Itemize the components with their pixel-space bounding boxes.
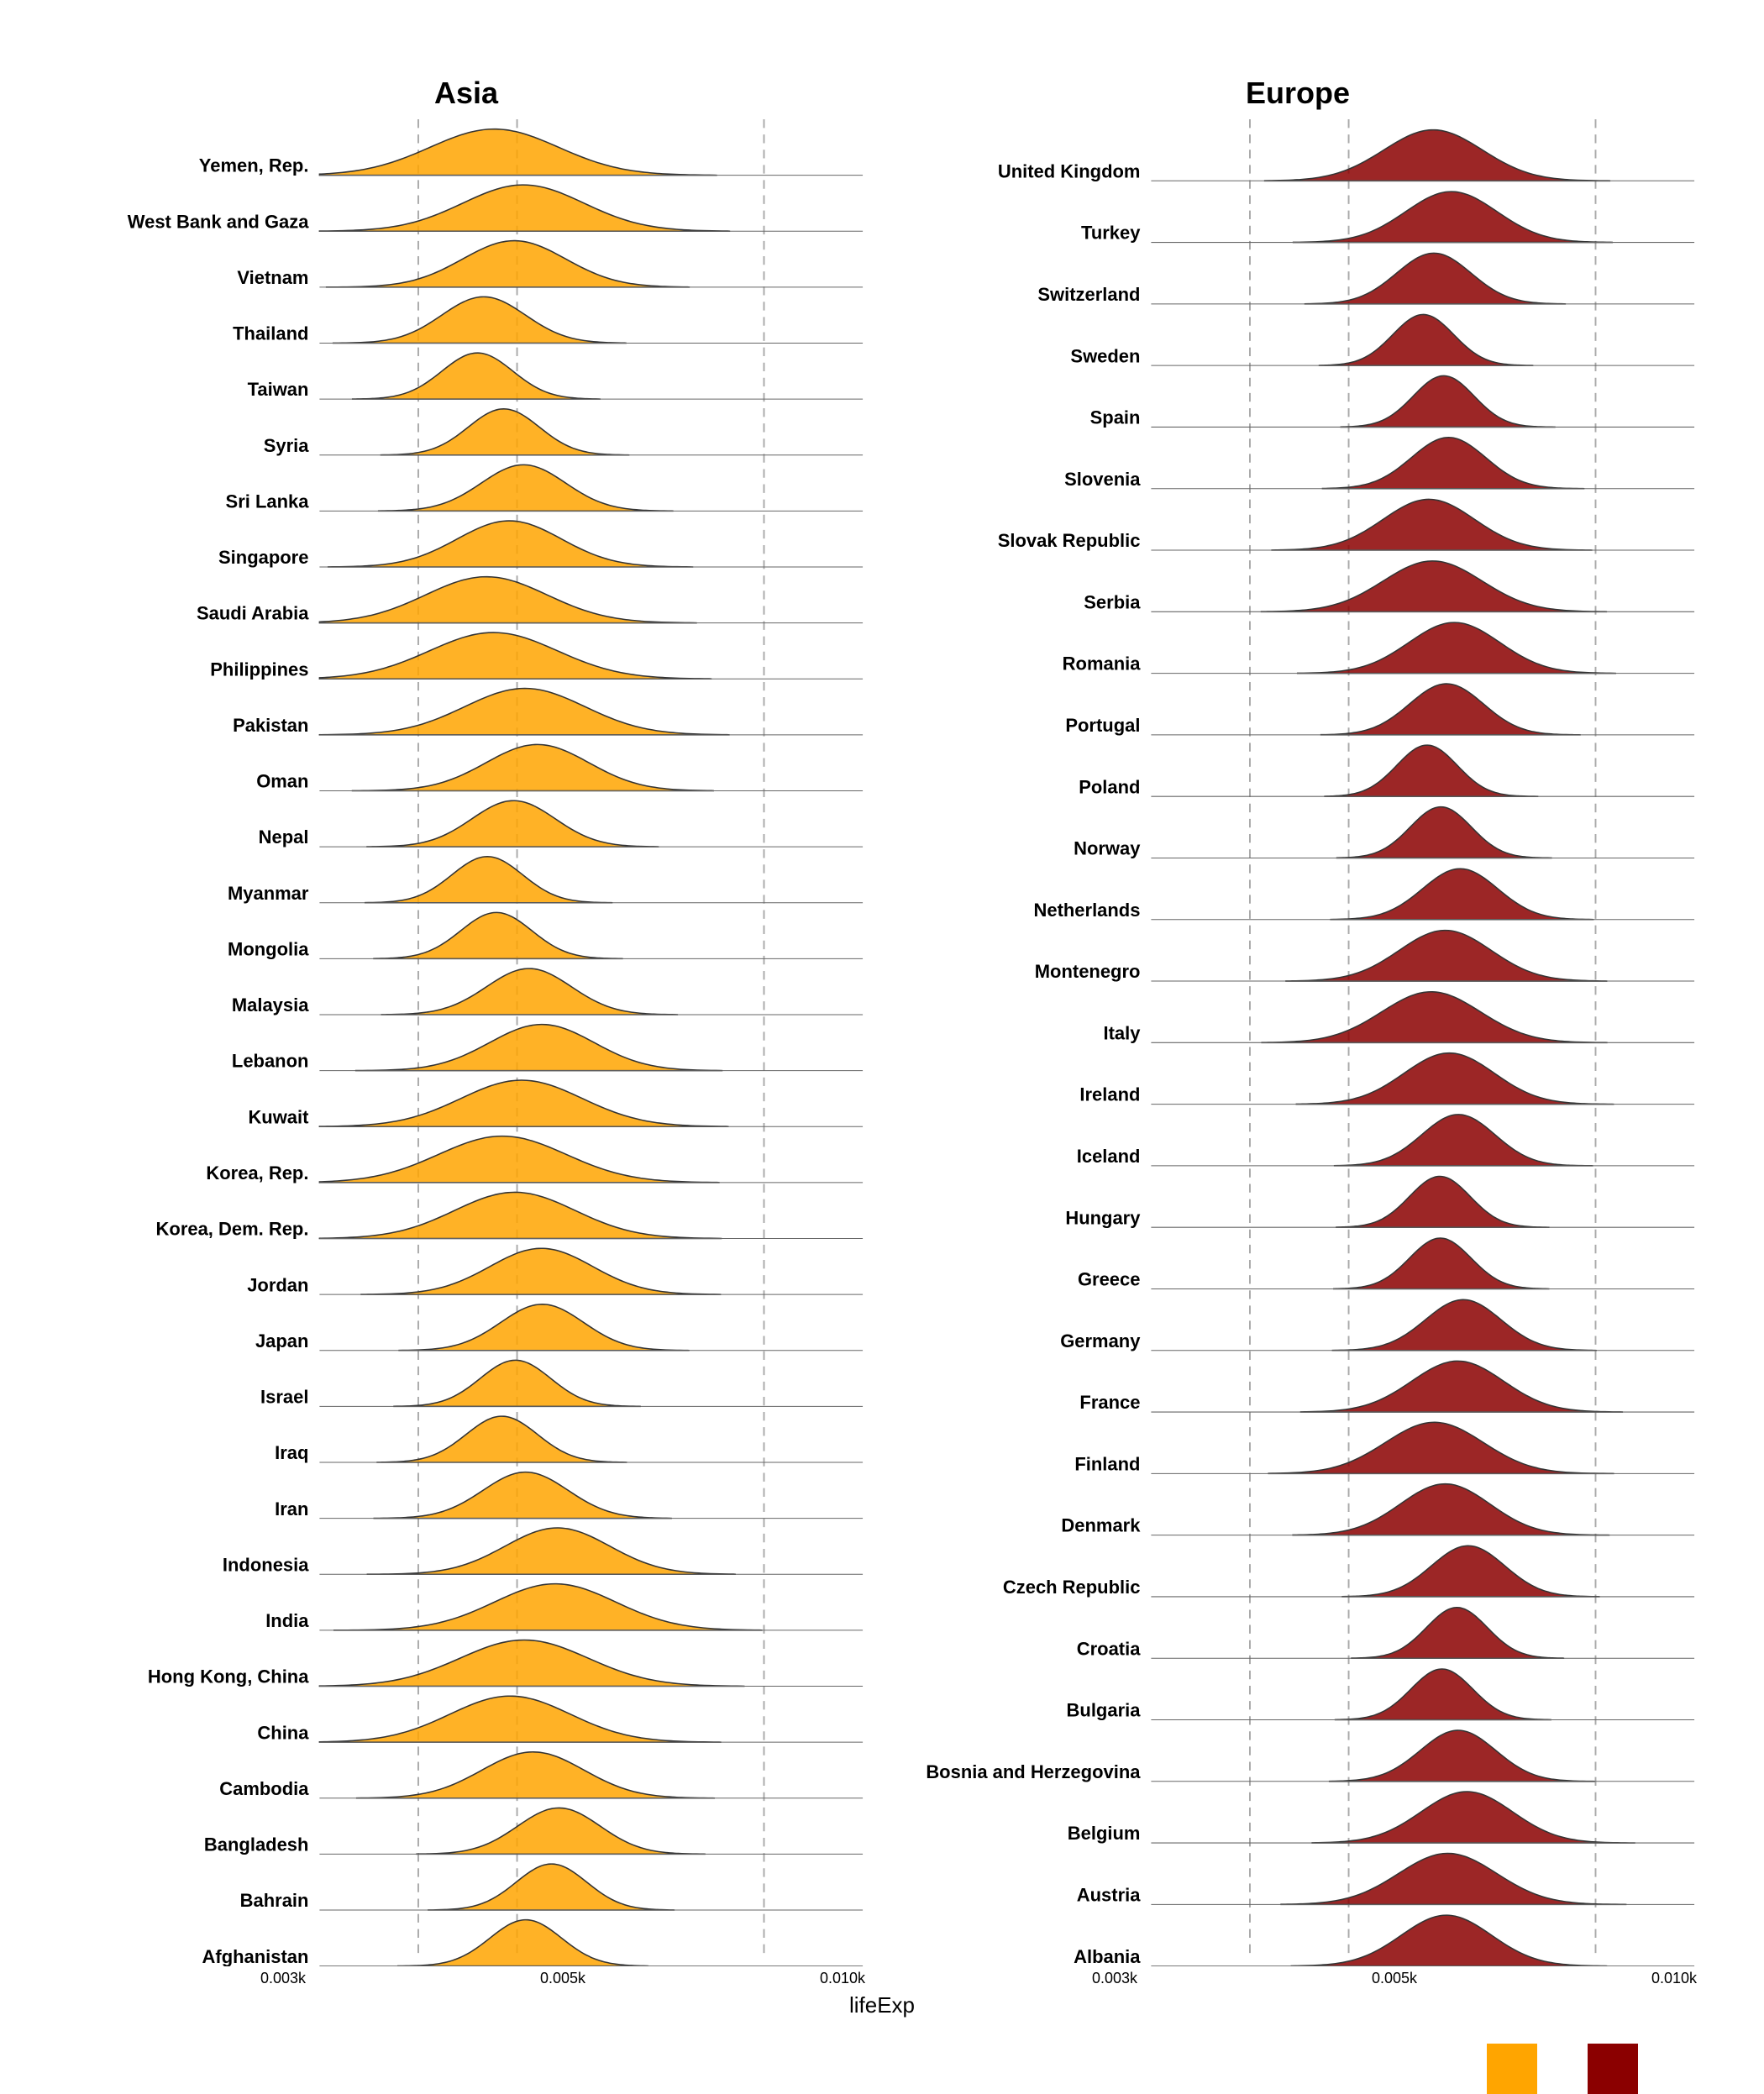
svg-text:Sri Lanka: Sri Lanka [226,491,310,512]
svg-text:Cambodia: Cambodia [219,1778,309,1799]
svg-text:Czech Republic: Czech Republic [1003,1577,1141,1598]
svg-text:Singapore: Singapore [218,547,308,568]
svg-text:Thailand: Thailand [233,323,308,344]
svg-text:Saudi Arabia: Saudi Arabia [197,603,309,624]
svg-text:Netherlands: Netherlands [1033,900,1140,921]
svg-text:Philippines: Philippines [210,659,308,680]
svg-text:France: France [1079,1392,1140,1413]
svg-text:Oman: Oman [256,771,308,792]
svg-text:Croatia: Croatia [1077,1638,1141,1659]
svg-text:Hong Kong, China: Hong Kong, China [148,1666,309,1687]
asia-x-tick-2: 0.005k [540,1970,585,1987]
europe-x-tick-1: 0.003k [1092,1970,1137,1987]
svg-text:Finland: Finland [1074,1453,1140,1474]
svg-text:Yemen, Rep.: Yemen, Rep. [199,155,309,176]
svg-text:Iraq: Iraq [275,1442,308,1463]
svg-text:Norway: Norway [1074,838,1141,859]
svg-text:Greece: Greece [1078,1269,1141,1290]
svg-text:Portugal: Portugal [1065,715,1140,736]
svg-text:Lebanon: Lebanon [232,1051,309,1072]
svg-text:Bulgaria: Bulgaria [1067,1700,1142,1721]
svg-text:Serbia: Serbia [1084,591,1141,612]
svg-text:Montenegro: Montenegro [1035,961,1141,982]
europe-x-tick-3: 0.010k [1651,1970,1697,1987]
legend-box-asia [1487,2044,1537,2094]
svg-text:Malaysia: Malaysia [232,995,309,1016]
svg-text:Romania: Romania [1063,653,1142,674]
svg-text:Poland: Poland [1079,776,1140,797]
svg-text:Ireland: Ireland [1079,1084,1140,1105]
svg-text:Bangladesh: Bangladesh [204,1834,309,1855]
asia-title: Asia [59,76,874,111]
panels: Asia Yemen, Rep. West Bank and Gaza Vietna… [59,76,1705,1987]
svg-text:United Kingdom: United Kingdom [998,160,1141,181]
svg-text:India: India [265,1610,309,1631]
svg-text:Spain: Spain [1090,407,1141,428]
svg-text:Austria: Austria [1077,1884,1141,1905]
svg-text:Kuwait: Kuwait [248,1106,309,1127]
svg-text:Indonesia: Indonesia [223,1554,309,1575]
svg-text:Japan: Japan [255,1330,309,1351]
svg-text:Jordan: Jordan [247,1274,308,1295]
svg-text:Hungary: Hungary [1065,1207,1141,1228]
asia-x-tick-3: 0.010k [820,1970,865,1987]
svg-text:Myanmar: Myanmar [228,883,309,904]
svg-text:Denmark: Denmark [1061,1515,1141,1536]
svg-text:Iceland: Iceland [1077,1146,1141,1167]
asia-panel: Asia Yemen, Rep. West Bank and Gaza Vietna… [59,76,874,1987]
svg-text:China: China [257,1722,309,1743]
svg-text:Albania: Albania [1074,1946,1141,1966]
europe-ridgeline-svg: United Kingdom Turkey Switzerland Sweden Spa… [890,119,1705,1966]
asia-x-tick-1: 0.003k [260,1970,306,1987]
svg-text:Mongolia: Mongolia [228,939,309,960]
svg-text:Slovak Republic: Slovak Republic [998,530,1141,551]
svg-text:Italy: Italy [1103,1022,1141,1043]
svg-text:Israel: Israel [260,1387,308,1408]
svg-text:Turkey: Turkey [1081,223,1141,244]
svg-text:Switzerland: Switzerland [1037,284,1140,305]
x-axis-label: lifeExp [59,1992,1705,2018]
svg-text:Bosnia and Herzegovina: Bosnia and Herzegovina [926,1761,1141,1782]
svg-text:Sweden: Sweden [1070,345,1140,366]
svg-text:Germany: Germany [1060,1330,1141,1351]
svg-text:Pakistan: Pakistan [233,715,308,736]
asia-ridgeline-svg: Yemen, Rep. West Bank and Gaza Vietnam Thai… [59,119,874,1966]
svg-text:Afghanistan: Afghanistan [202,1946,309,1966]
svg-text:Syria: Syria [264,435,310,456]
europe-panel: Europe United Kingdom Turkey Switzerland Sw… [890,76,1705,1987]
svg-text:Slovenia: Slovenia [1064,469,1141,490]
europe-title: Europe [890,76,1705,111]
legend-box-europe [1588,2044,1638,2094]
legend-asia [1487,2044,1537,2094]
svg-text:Nepal: Nepal [259,827,309,848]
svg-text:West Bank and Gaza: West Bank and Gaza [128,211,309,232]
svg-text:Belgium: Belgium [1068,1823,1141,1844]
legend-area [59,2044,1705,2094]
svg-text:Korea, Dem. Rep.: Korea, Dem. Rep. [156,1219,309,1240]
svg-text:Korea, Rep.: Korea, Rep. [206,1162,308,1183]
europe-x-tick-2: 0.005k [1372,1970,1417,1987]
legend-europe [1588,2044,1638,2094]
svg-text:Vietnam: Vietnam [237,267,308,288]
chart-container: Asia Yemen, Rep. West Bank and Gaza Vietna… [42,42,1722,1722]
svg-text:Bahrain: Bahrain [240,1890,309,1911]
svg-text:Taiwan: Taiwan [248,379,309,400]
svg-text:Iran: Iran [275,1498,308,1519]
